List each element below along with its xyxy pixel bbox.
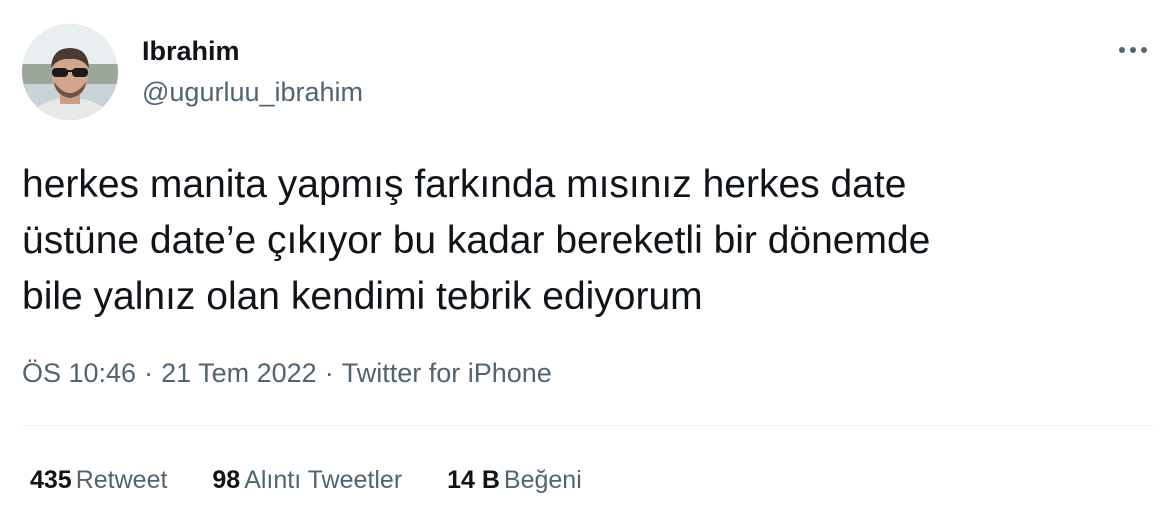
retweet-count[interactable]: 435 Retweet bbox=[30, 464, 167, 496]
avatar[interactable] bbox=[22, 24, 118, 120]
author-info: Ibrahim @ugurluu_ibrahim bbox=[142, 34, 363, 109]
tweet-text-line: üstüne date’e çıkıyor bu kadar bereketli… bbox=[22, 219, 931, 262]
tweet-text: herkes manita yapmış farkında mısınız he… bbox=[22, 157, 1142, 325]
tweet-text-line: bile yalnız olan kendimi tebrik ediyorum bbox=[22, 275, 703, 318]
display-name[interactable]: Ibrahim bbox=[142, 34, 363, 68]
quote-label: Alıntı Tweetler bbox=[244, 466, 403, 494]
tweet-source[interactable]: Twitter for iPhone bbox=[342, 358, 552, 388]
like-label: Beğeni bbox=[503, 466, 582, 494]
tweet-card: Ibrahim @ugurluu_ibrahim herkes manita y… bbox=[0, 0, 1176, 516]
user-handle[interactable]: @ugurluu_ibrahim bbox=[142, 75, 363, 109]
divider bbox=[22, 425, 1154, 426]
like-count[interactable]: 14 B Beğeni bbox=[447, 464, 582, 496]
meta-separator: · bbox=[324, 358, 334, 388]
tweet-text-line: herkes manita yapmış farkında mısınız he… bbox=[22, 163, 907, 206]
like-number: 14 B bbox=[447, 466, 500, 494]
quote-tweet-count[interactable]: 98 Alıntı Tweetler bbox=[212, 464, 402, 496]
meta-separator: · bbox=[144, 358, 154, 388]
tweet-time: ÖS 10:46 bbox=[22, 358, 137, 388]
retweet-number: 435 bbox=[30, 466, 72, 494]
tweet-timestamp[interactable]: ÖS 10:46 · 21 Tem 2022 bbox=[22, 358, 317, 388]
retweet-label: Retweet bbox=[75, 466, 168, 494]
more-horizontal-icon bbox=[1119, 47, 1147, 53]
engagement-stats: 435 Retweet 98 Alıntı Tweetler 14 B Beğeni bbox=[30, 464, 620, 496]
quote-number: 98 bbox=[212, 466, 241, 494]
tweet-metadata: ÖS 10:46 · 21 Tem 2022 · Twitter for iPhone bbox=[22, 356, 552, 390]
tweet-date: 21 Tem 2022 bbox=[161, 358, 317, 388]
more-options-button[interactable] bbox=[1116, 38, 1150, 62]
